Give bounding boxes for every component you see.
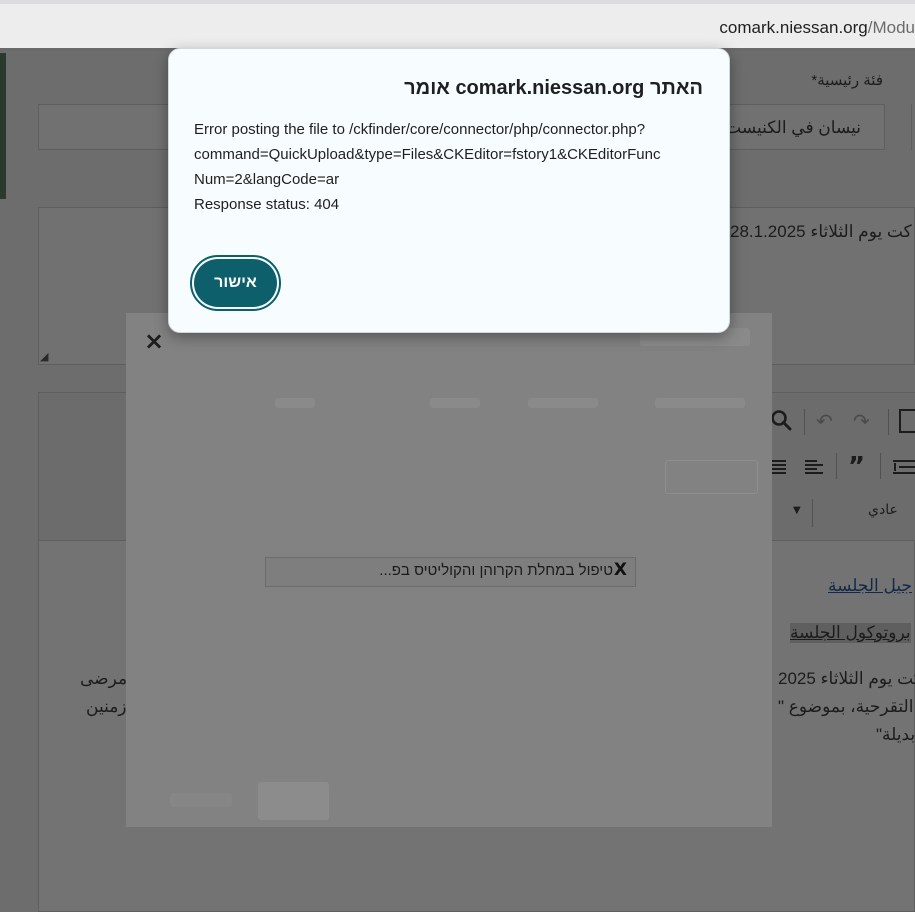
alert-dialog: האתר comark.niessan.org אומר Error posti… (168, 48, 730, 333)
upload-browse-button[interactable] (665, 460, 758, 494)
alert-message-line: Error posting the file to /ckfinder/core… (194, 121, 646, 138)
upload-tab[interactable] (430, 398, 480, 408)
session-protocol-link[interactable]: بروتوكول الجلسة (790, 623, 911, 643)
ok-button[interactable]: אישור (194, 259, 277, 307)
browser-toolbar: comark.niessan.org/Modu (0, 0, 915, 48)
paragraph-line: بديلة" (876, 725, 915, 744)
upload-tab[interactable] (655, 398, 745, 408)
chevron-down-icon[interactable]: ▼ (793, 505, 801, 516)
alert-message-line: Num=2&langCode=ar (194, 171, 340, 188)
alert-title: האתר comark.niessan.org אומר (404, 77, 703, 99)
indent-icon[interactable] (893, 459, 915, 479)
alert-message-line: command=QuickUpload&type=Files&CKEditor=… (194, 146, 661, 163)
category-select-value: نيسان في الكنيست (725, 118, 861, 137)
align-left-icon[interactable] (805, 459, 823, 479)
toolbar-separator (880, 453, 881, 479)
resize-grip-icon[interactable]: ◢ (40, 350, 48, 363)
category-label: فئة رئيسية* (811, 72, 883, 89)
toolbar-separator (804, 409, 805, 435)
upload-file-item: X טיפול במחלת הקרוהן והקוליטיס בפ... (265, 557, 636, 587)
paragraph-line: زمنين (86, 697, 127, 716)
blockquote-icon[interactable]: ” (848, 452, 865, 482)
secondary-select-edge[interactable] (911, 104, 915, 150)
upload-tab[interactable] (275, 398, 315, 408)
session-recording-link[interactable]: جيل الجلسة (828, 576, 912, 596)
upload-confirm-button[interactable] (258, 782, 329, 820)
url-path: /Modu (867, 18, 915, 37)
undo-icon[interactable]: ↶ (816, 409, 833, 433)
redo-icon[interactable]: ↷ (853, 409, 870, 433)
close-icon[interactable]: × (144, 327, 164, 355)
alert-message-line: Response status: 404 (194, 196, 340, 213)
toolbar-separator (888, 409, 889, 435)
address-bar-text: comark.niessan.org/Modu (719, 18, 915, 38)
alert-message: Error posting the file to /ckfinder/core… (194, 117, 709, 217)
address-bar[interactable]: comark.niessan.org/Modu (0, 4, 915, 45)
upload-tab[interactable] (528, 398, 598, 408)
paragraph-line: اركت يوم الثلاثاء 2025 (778, 669, 915, 688)
toolbar-separator (812, 499, 813, 527)
search-icon[interactable] (770, 409, 792, 436)
paragraph-style-select[interactable]: عادي (868, 502, 898, 518)
paragraph-line: التقرحية، بموضوع " (778, 697, 914, 716)
remove-file-icon[interactable]: X (614, 560, 627, 580)
summary-text: كت يوم الثلاثاء 28.1.2025 (730, 222, 912, 241)
align-right-icon[interactable] (770, 459, 786, 479)
upload-cancel-button[interactable] (170, 793, 232, 807)
paragraph-line: مرضى (80, 669, 128, 688)
url-host: comark.niessan.org (719, 18, 868, 37)
thumbnail-image (0, 53, 6, 199)
upload-file-name: טיפול במחלת הקרוהן והקוליטיס בפ... (379, 562, 613, 579)
toolbar-separator (836, 453, 837, 479)
templates-icon[interactable] (899, 409, 915, 433)
